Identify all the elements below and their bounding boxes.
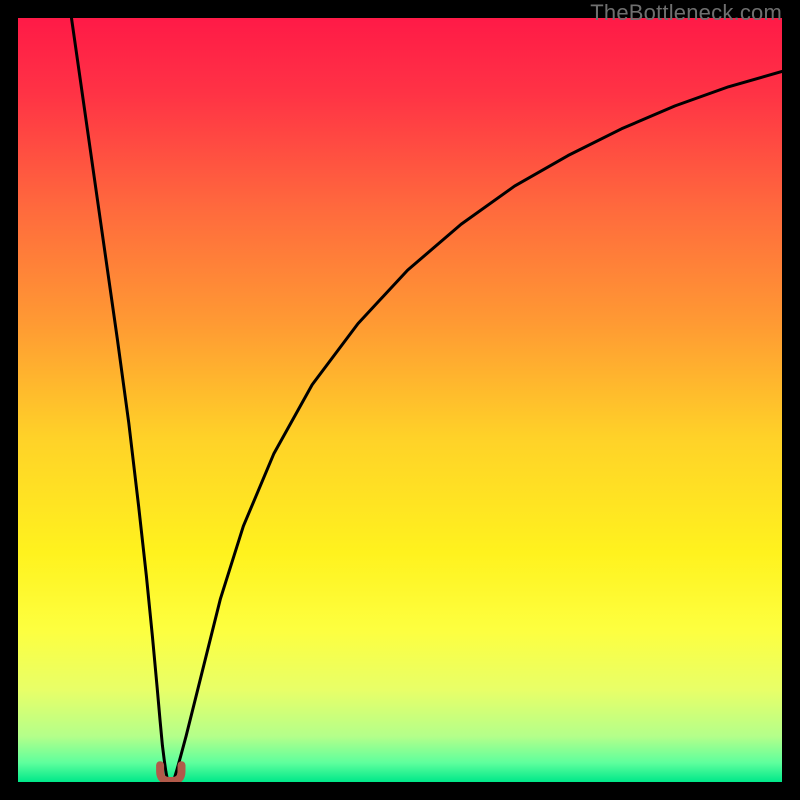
plot-area [18,18,782,782]
chart-frame: TheBottleneck.com [0,0,800,800]
watermark-text: TheBottleneck.com [590,0,782,26]
gradient-background [18,18,782,782]
bottleneck-curve-chart [18,18,782,782]
